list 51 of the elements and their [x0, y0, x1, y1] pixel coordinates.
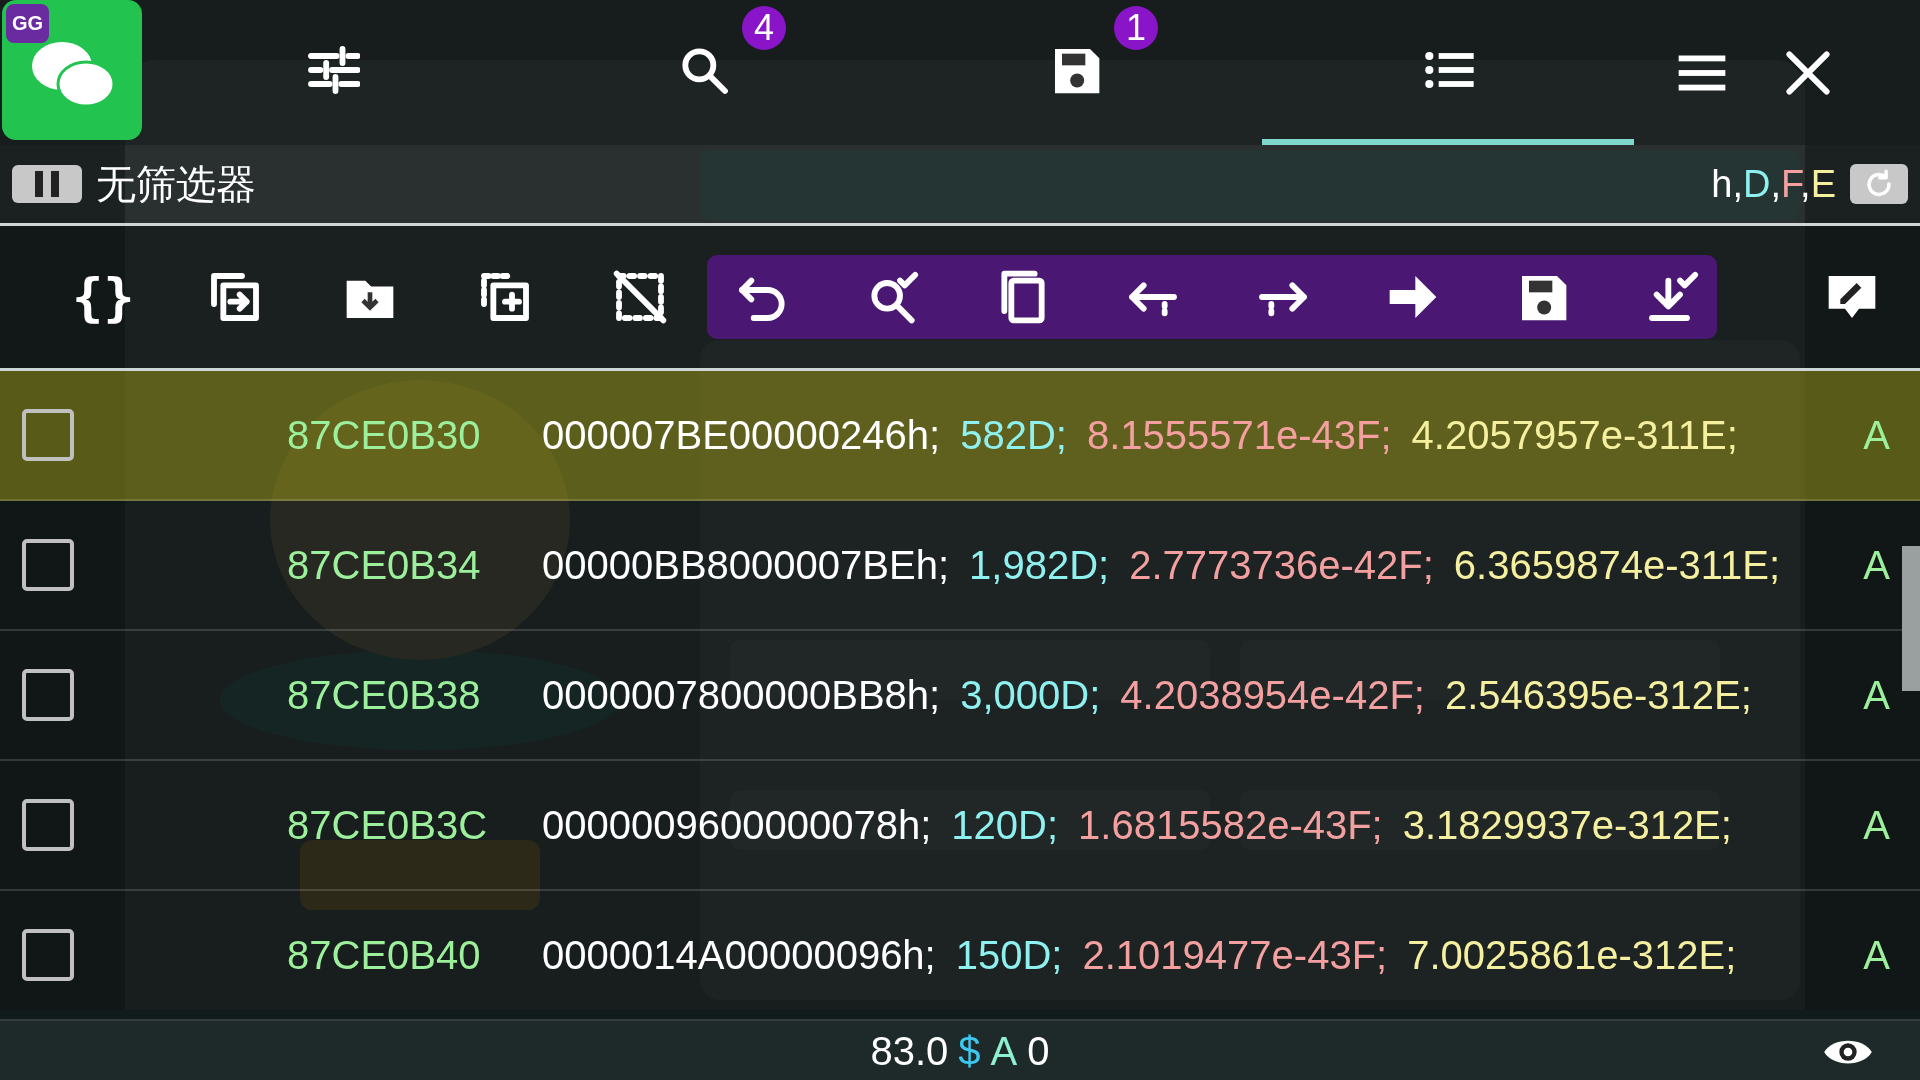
float-value: 4.2038954e-42F;	[1120, 672, 1425, 718]
double-value: 6.3659874e-311E;	[1453, 542, 1781, 588]
float-value: 2.7773736e-42F;	[1129, 542, 1434, 588]
address-text: 87CE0B40	[287, 932, 482, 978]
float-value: 1.6815582e-43F;	[1078, 802, 1383, 848]
dword-value: 3,000D;	[960, 672, 1101, 718]
result-row[interactable]: 87CE0B30 000007BE00000246h; 582D; 8.1555571e-43F; 4.2057957e-311E; A	[0, 371, 1920, 501]
result-row[interactable]: 87CE0B34 00000BB8000007BEh; 1,982D; 2.7773736e-42F; 6.3659874e-311E; A	[0, 501, 1920, 631]
checkbox[interactable]	[22, 929, 74, 981]
dword-value: 120D;	[951, 802, 1059, 848]
type-text: A	[1863, 932, 1890, 978]
type-text: A	[1863, 542, 1890, 588]
result-row[interactable]: 87CE0B3C 0000009600000078h; 120D; 1.6815582e-43F; 3.1829937e-312E; A	[0, 761, 1920, 891]
double-value: 3.1829937e-312E;	[1402, 802, 1732, 848]
status-text: 83.0 $ A 0	[870, 1028, 1050, 1074]
dword-value: 582D;	[960, 412, 1067, 458]
float-value: 2.1019477e-43F;	[1082, 932, 1388, 978]
app-icon[interactable]: GG	[2, 0, 142, 140]
hex-value: 0000007800000BB8h;	[542, 672, 941, 718]
checkbox[interactable]	[22, 409, 74, 461]
checkbox[interactable]	[22, 539, 74, 591]
hex-value: 000007BE00000246h;	[542, 412, 941, 458]
double-value: 7.0025861e-312E;	[1407, 932, 1737, 978]
address-text: 87CE0B38	[287, 672, 482, 718]
address-text: 87CE0B34	[287, 542, 482, 588]
app-badge: GG	[6, 4, 50, 43]
type-text: A	[1863, 672, 1890, 718]
hex-value: 0000014A00000096h;	[542, 932, 936, 978]
result-row[interactable]: 87CE0B40 0000014A00000096h; 150D; 2.1019477e-43F; 7.0025861e-312E; A	[0, 891, 1920, 1021]
float-value: 8.1555571e-43F;	[1086, 412, 1392, 458]
type-text: A	[1863, 412, 1890, 458]
type-text: A	[1863, 802, 1890, 848]
double-value: 2.546395e-312E;	[1444, 672, 1752, 718]
scrollbar[interactable]	[1902, 546, 1920, 691]
dword-value: 150D;	[955, 932, 1063, 978]
tab[interactable]: 4	[518, 0, 890, 145]
address-text: 87CE0B30	[287, 412, 482, 458]
result-row[interactable]: 87CE0B38 0000007800000BB8h; 3,000D; 4.2038954e-42F; 2.546395e-312E; A	[0, 631, 1920, 761]
tab[interactable]: 1	[890, 0, 1262, 145]
address-text: 87CE0B3C	[287, 802, 489, 848]
deselect-icon[interactable]	[612, 269, 668, 325]
braces-button[interactable]: {}	[72, 267, 128, 327]
checkbox[interactable]	[22, 799, 74, 851]
double-value: 4.2057957e-311E;	[1411, 412, 1738, 458]
filter-label: 无筛选器	[96, 160, 256, 208]
pause-button[interactable]	[12, 165, 82, 203]
checkbox[interactable]	[22, 669, 74, 721]
hex-value: 00000BB8000007BEh;	[542, 542, 950, 588]
dword-value: 1,982D;	[969, 542, 1110, 588]
type-filter[interactable]: h,D,F,E	[1711, 162, 1836, 206]
hex-value: 0000009600000078h;	[542, 802, 932, 848]
